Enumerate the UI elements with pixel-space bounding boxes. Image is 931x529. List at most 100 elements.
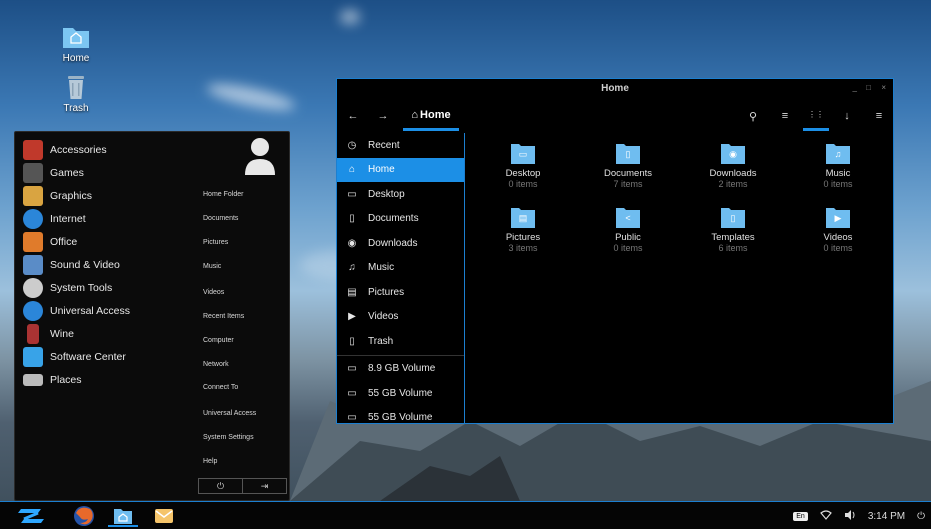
sidebar-item-label: 55 GB Volume [368,387,433,399]
sidebar-item-trash[interactable]: ▯ Trash [337,329,464,354]
folder-item-count: 0 items [613,243,643,253]
wifi-icon[interactable] [819,509,832,523]
files-button[interactable] [108,505,138,527]
category-office[interactable]: Office [15,230,195,253]
sidebar-item-volume[interactable]: ▭ 8.9 GB Volume [337,357,464,382]
folder-item[interactable]: ♫ Music 0 items [793,141,883,189]
place-computer[interactable]: Computer [203,337,234,344]
forward-button[interactable]: → [371,101,395,131]
folder-item[interactable]: ▤ Pictures 3 items [478,205,568,253]
category-software-center[interactable]: Software Center [15,345,195,368]
sidebar-item-documents[interactable]: ▯ Documents [337,207,464,232]
sidebar-item-label: Trash [368,335,394,347]
place-network[interactable]: Network [203,361,229,368]
taskbar: En 3:14 PM ⏻ [0,501,931,529]
place-home-folder[interactable]: Home Folder [203,191,243,198]
download-button[interactable]: ↓ [835,101,859,131]
mail-icon [155,509,173,523]
folder-item[interactable]: ▯ Documents 7 items [583,141,673,189]
desktop-icon-label: Trash [63,103,89,114]
sidebar-item-label: Documents [368,213,419,225]
keyboard-layout-indicator[interactable]: En [793,511,808,521]
home-icon: ⌂ [411,108,419,121]
download-icon: ◉ [347,237,357,249]
desktop-icon-home[interactable]: Home [46,24,106,64]
category-places[interactable]: Places [15,368,195,391]
category-label: Universal Access [50,304,130,317]
clock-icon: ◷ [347,139,357,151]
wine-icon [27,323,39,344]
category-graphics[interactable]: Graphics [15,184,195,207]
place-connect-to[interactable]: Connect To [203,384,238,391]
back-button[interactable]: ← [341,101,365,131]
folder-item-count: 0 items [823,243,853,253]
minimize-button[interactable]: _ [853,83,857,92]
sidebar-item-volume[interactable]: ▭ 55 GB Volume [337,381,464,406]
mail-button[interactable] [152,505,176,527]
volume-icon[interactable] [844,509,856,523]
sidebar-item-home[interactable]: ⌂ Home [337,157,464,182]
logout-button[interactable]: ⇥ [243,479,286,493]
logout-icon: ⇥ [260,480,269,491]
clock[interactable]: 3:14 PM [868,511,905,522]
zorin-menu-button[interactable] [14,504,48,526]
sidebar-item-downloads[interactable]: ◉ Downloads [337,231,464,256]
folder-name: Public [615,232,641,243]
place-universal-access[interactable]: Universal Access [203,410,256,417]
user-avatar[interactable] [242,135,278,175]
grid-view-button[interactable]: ⋮⋮ [803,101,829,131]
category-label: Wine [50,327,74,340]
place-music[interactable]: Music [203,263,221,270]
list-view-button[interactable]: ≡ [773,101,797,131]
close-button[interactable]: × [881,83,886,92]
sidebar-item-label: 8.9 GB Volume [368,363,436,375]
internet-icon [23,208,43,229]
search-button[interactable]: ⚲ [741,101,765,131]
sidebar-item-music[interactable]: ♫ Music [337,256,464,281]
folder-grid: ▭ Desktop 0 items ▯ Documents 7 items ◉ Downloa… [466,133,893,423]
folder-icon: ▶ [825,205,851,229]
search-icon: ⚲ [748,110,758,123]
desktop-icon-trash[interactable]: Trash [46,74,106,114]
power-button[interactable]: ⏻ [199,479,243,493]
place-recent-items[interactable]: Recent Items [203,313,244,320]
folder-item[interactable]: ▭ Desktop 0 items [478,141,568,189]
category-internet[interactable]: Internet [15,207,195,230]
category-label: Office [50,235,78,248]
folder-item[interactable]: ▯ Templates 6 items [688,205,778,253]
graphics-icon [23,185,43,206]
sidebar-item-pictures[interactable]: ▤ Pictures [337,280,464,305]
place-videos[interactable]: Videos [203,289,224,296]
software-center-icon [23,346,43,367]
sidebar: ◷ Recent ⌂ Home ▭ Desktop ▯ Documents ◉ Downl… [337,133,465,423]
sidebar-item-recent[interactable]: ◷ Recent [337,133,464,158]
category-list: Accessories Games Graphics Internet Offi… [15,138,195,391]
category-sound-video[interactable]: Sound & Video [15,253,195,276]
category-system-tools[interactable]: System Tools [15,276,195,299]
folder-emblem-icon: ▤ [518,213,528,223]
place-pictures[interactable]: Pictures [203,239,228,246]
category-label: Graphics [50,189,93,202]
category-games[interactable]: Games [15,161,195,184]
place-help[interactable]: Help [203,458,217,465]
sidebar-item-desktop[interactable]: ▭ Desktop [337,182,464,207]
power-icon[interactable]: ⏻ [917,511,925,522]
menu-button[interactable]: ≡ [867,101,891,131]
place-system-settings[interactable]: System Settings [203,434,254,441]
folder-item[interactable]: ◉ Downloads 2 items [688,141,778,189]
sidebar-item-videos[interactable]: ▶ Videos [337,305,464,330]
firefox-button[interactable] [72,505,96,527]
category-accessories[interactable]: Accessories [15,138,195,161]
category-universal-access[interactable]: Universal Access [15,299,195,322]
sidebar-item-volume[interactable]: ▭ 55 GB Volume [337,406,464,431]
maximize-button[interactable]: □ [866,83,871,92]
folder-item[interactable]: < Public 0 items [583,205,673,253]
folder-item[interactable]: ▶ Videos 0 items [793,205,883,253]
start-menu: Accessories Games Graphics Internet Offi… [14,131,290,501]
home-icon: ⌂ [348,164,356,176]
location-home-button[interactable]: ⌂ Home [403,101,459,131]
category-wine[interactable]: Wine [15,322,195,345]
session-buttons: ⏻ ⇥ [198,478,287,494]
place-documents[interactable]: Documents [203,215,238,222]
folder-name: Downloads [709,168,757,179]
